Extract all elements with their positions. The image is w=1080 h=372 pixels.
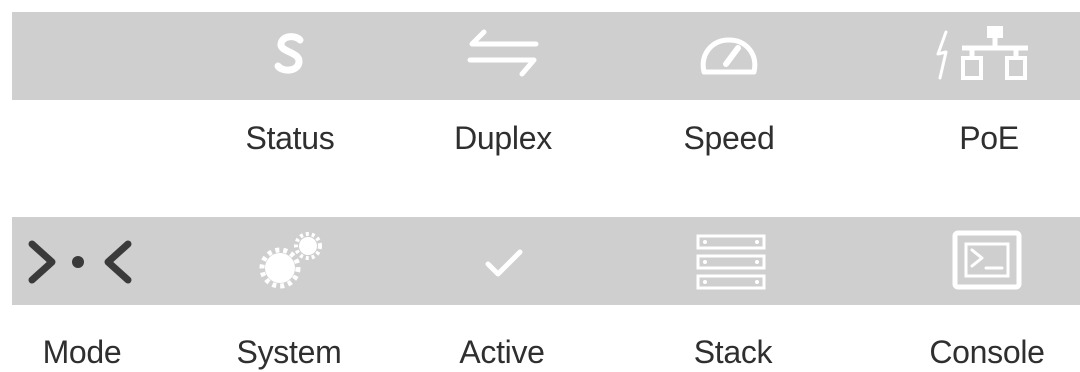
speed-label: Speed — [683, 120, 775, 156]
mode-label: Mode — [42, 334, 122, 370]
speed-gauge-icon — [698, 36, 760, 78]
poe-network-icon — [932, 24, 1038, 86]
console-label: Console — [929, 334, 1045, 370]
status-label: Status — [245, 120, 335, 156]
duplex-arrows-icon — [466, 29, 540, 80]
poe-label: PoE — [959, 120, 1019, 156]
stack-icon — [696, 234, 766, 292]
mode-icon — [28, 240, 134, 284]
active-check-icon — [484, 248, 524, 278]
status-s-icon — [272, 30, 308, 78]
stack-label: Stack — [693, 334, 773, 370]
active-label: Active — [459, 334, 545, 370]
system-label: System — [236, 334, 342, 370]
bottom-icon-bar — [12, 217, 1080, 305]
console-icon — [952, 230, 1024, 292]
system-gears-icon — [256, 232, 326, 292]
duplex-label: Duplex — [454, 120, 552, 156]
top-icon-bar — [12, 12, 1080, 100]
